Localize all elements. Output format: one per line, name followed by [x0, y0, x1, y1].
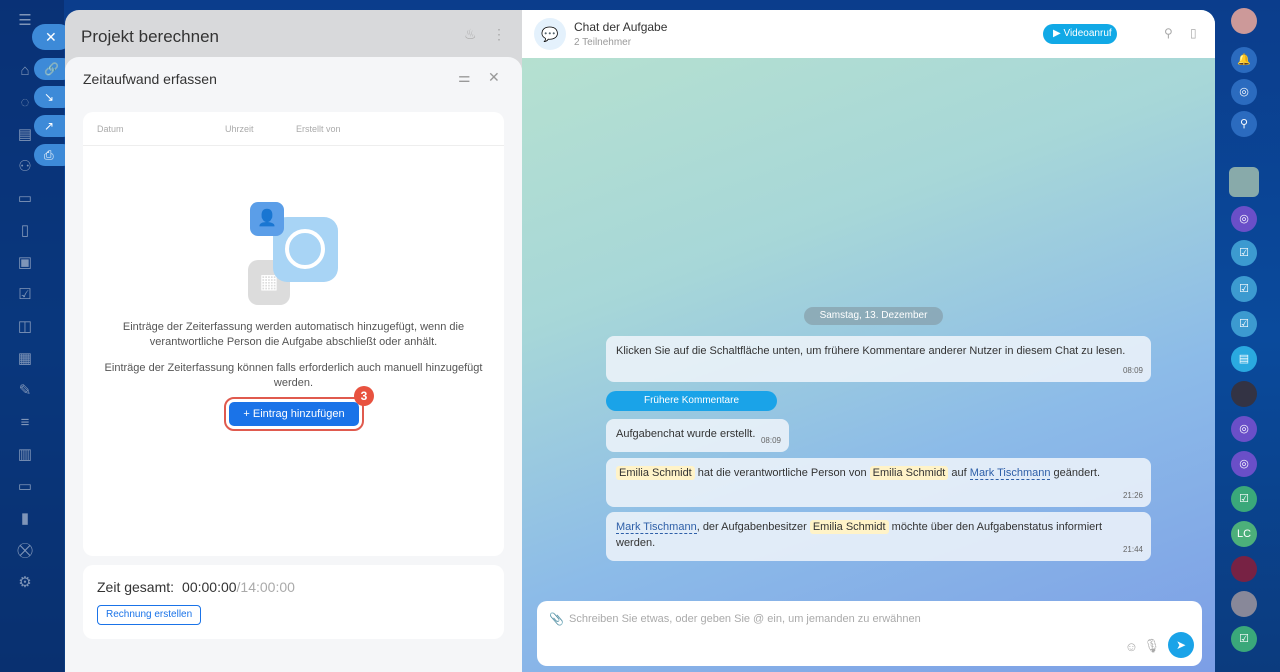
message-system: Mark Tischmann, der Aufgabenbesitzer Emi… [606, 512, 1151, 561]
flame-icon[interactable]: ♨ [464, 26, 477, 43]
column-date: Datum [97, 124, 124, 134]
more-icon[interactable]: ⋮ [492, 26, 506, 43]
step-badge: 3 [354, 386, 374, 406]
message-system: Emilia Schmidt hat die verantwortliche P… [606, 458, 1151, 507]
empty-state-illustration: ▦ 👤 [248, 202, 343, 312]
message-input[interactable]: 📎 Schreiben Sie etwas, oder geben Sie @ … [537, 601, 1202, 666]
chat-item[interactable]: ☑ [1231, 486, 1257, 512]
user-mention[interactable]: Emilia Schmidt [869, 466, 949, 480]
empty-text-auto: Einträge der Zeiterfassung werden automa… [122, 321, 465, 348]
user-avatar[interactable] [1231, 8, 1257, 34]
task-chat: 💬 Chat der Aufgabe 2 Teilnehmer ▶ Videoa… [522, 10, 1215, 672]
chat-icon[interactable]: ◫ [14, 316, 36, 338]
emoji-icon[interactable]: ☺ [1125, 639, 1138, 654]
chat-item[interactable] [1231, 591, 1257, 617]
search-icon[interactable]: ⚲ [1164, 26, 1173, 40]
message-text: Aufgabenchat wurde erstellt. [616, 428, 756, 440]
user-icon: 👤 [250, 202, 284, 236]
chat-item[interactable]: ◎ [1231, 416, 1257, 442]
date-divider: Samstag, 13. Dezember [804, 307, 943, 325]
panel-title: Zeitaufwand erfassen [83, 71, 217, 87]
message-text: hat die verantwortliche Person von [694, 467, 870, 479]
settings-icon[interactable]: ⚙ [14, 572, 36, 594]
user-mention[interactable]: Emilia Schmidt [809, 520, 889, 534]
search-chat-icon[interactable]: ⚲ [1231, 111, 1257, 137]
message-placeholder: Schreiben Sie etwas, oder geben Sie @ ei… [569, 613, 921, 625]
chat-item[interactable]: ◎ [1231, 451, 1257, 477]
feed-icon[interactable]: ◌ [14, 92, 36, 114]
chat-item[interactable] [1231, 556, 1257, 582]
video-call-button[interactable]: ▶ Videoanruf ⌄ [1043, 24, 1117, 59]
calendar-icon[interactable]: ▦ [14, 348, 36, 370]
total-value: 00:00:00 [182, 579, 237, 595]
chat-avatar-icon: 💬 [534, 18, 566, 50]
video-call-label: Videoanruf [1063, 28, 1112, 39]
message-time: 08:09 [1122, 366, 1143, 375]
user-link[interactable]: Mark Tischmann [969, 467, 1051, 480]
chat-item[interactable]: ☑ [1231, 311, 1257, 337]
chat-item[interactable]: ▤ [1231, 346, 1257, 372]
filter-icon[interactable]: ≡ [14, 412, 36, 434]
total-label: Zeit gesamt: [97, 579, 175, 595]
users-icon[interactable]: ⚇ [14, 156, 36, 178]
chat-header: 💬 Chat der Aufgabe 2 Teilnehmer ▶ Videoa… [522, 10, 1215, 59]
message-text: Klicken Sie auf die Schaltfläche unten, … [616, 345, 1126, 357]
edit-icon[interactable]: ✎ [14, 380, 36, 402]
chat-item[interactable]: ◎ [1231, 206, 1257, 232]
message-text: auf [948, 467, 970, 479]
chat-item[interactable]: ☑ [1231, 626, 1257, 652]
column-time: Uhrzeit [225, 124, 254, 134]
message-text: geändert. [1050, 467, 1101, 479]
settings-sliders-icon[interactable]: ⚌ [458, 69, 471, 86]
chat-item-initials[interactable]: LC [1231, 521, 1257, 547]
chat-item[interactable] [1231, 381, 1257, 407]
time-tracking-panel: Zeitaufwand erfassen ⚌ ✕ Datum Uhrzeit E… [65, 57, 522, 672]
tasks-icon[interactable]: ☑ [14, 284, 36, 306]
create-invoice-button[interactable]: Rechnung erstellen [97, 605, 202, 625]
time-entries-table: Datum Uhrzeit Erstellt von ▦ 👤 Einträge … [83, 112, 504, 556]
table-header: Datum Uhrzeit Erstellt von [83, 112, 504, 146]
card-icon[interactable]: ▭ [14, 188, 36, 210]
chat-title: Chat der Aufgabe [574, 20, 668, 34]
message-system: Klicken Sie auf die Schaltfläche unten, … [606, 336, 1151, 382]
message-system: Aufgabenchat wurde erstellt. 08:09 [606, 419, 789, 452]
message-time: 21:26 [1122, 491, 1143, 500]
chat-avatar[interactable] [1229, 167, 1259, 197]
sidebar-toggle-icon[interactable]: ▯ [1190, 26, 1197, 40]
chat-item[interactable]: ☑ [1231, 276, 1257, 302]
earlier-comments-button[interactable]: Frühere Kommentare [606, 391, 777, 411]
add-entry-button[interactable]: + Eintrag hinzufügen [224, 397, 364, 431]
menu-icon[interactable]: ☰ [14, 10, 36, 32]
empty-text-manual: Einträge der Zeiterfassung können falls … [104, 362, 483, 389]
bell-icon[interactable]: 🔔 [1231, 47, 1257, 73]
microphone-icon[interactable]: 🎙 [1143, 638, 1160, 654]
message-text: , der Aufgabenbesitzer [696, 521, 810, 533]
attach-icon[interactable]: 📎 [549, 612, 564, 626]
mail-icon[interactable]: ▭ [14, 476, 36, 498]
message-time: 08:09 [760, 436, 781, 445]
box-icon[interactable]: ▥ [14, 444, 36, 466]
copilot-icon[interactable]: ◎ [1231, 79, 1257, 105]
planned-time: /14:00:00 [236, 579, 295, 595]
user-mention[interactable]: Emilia Schmidt [616, 466, 695, 480]
news-icon[interactable]: ▤ [14, 124, 36, 146]
message-time: 21:44 [1122, 545, 1143, 554]
screen-icon[interactable]: ▣ [14, 252, 36, 274]
send-button[interactable]: ➤ [1168, 632, 1194, 658]
total-time-card: Zeit gesamt: 00:00:00/14:00:00 Rechnung e… [83, 565, 504, 639]
task-title: Projekt berechnen [81, 27, 219, 46]
chat-item[interactable]: ☑ [1231, 240, 1257, 266]
column-created-by: Erstellt von [296, 124, 341, 134]
home-icon[interactable]: ⌂ [14, 60, 36, 82]
chat-participants[interactable]: 2 Teilnehmer [574, 37, 631, 48]
doc-icon[interactable]: ▯ [14, 220, 36, 242]
chart-icon[interactable]: ▮ [14, 508, 36, 530]
close-icon[interactable]: ✕ [488, 69, 500, 86]
add-entry-label: Eintrag hinzufügen [252, 408, 345, 420]
right-rail: 🔔 ◎ ⚲ ◎ ☑ ☑ ☑ ▤ ◎ ◎ ☑ LC ☑ [1215, 0, 1280, 672]
cart-icon[interactable]: ⛒ [14, 540, 36, 562]
user-link[interactable]: Mark Tischmann [616, 521, 697, 534]
